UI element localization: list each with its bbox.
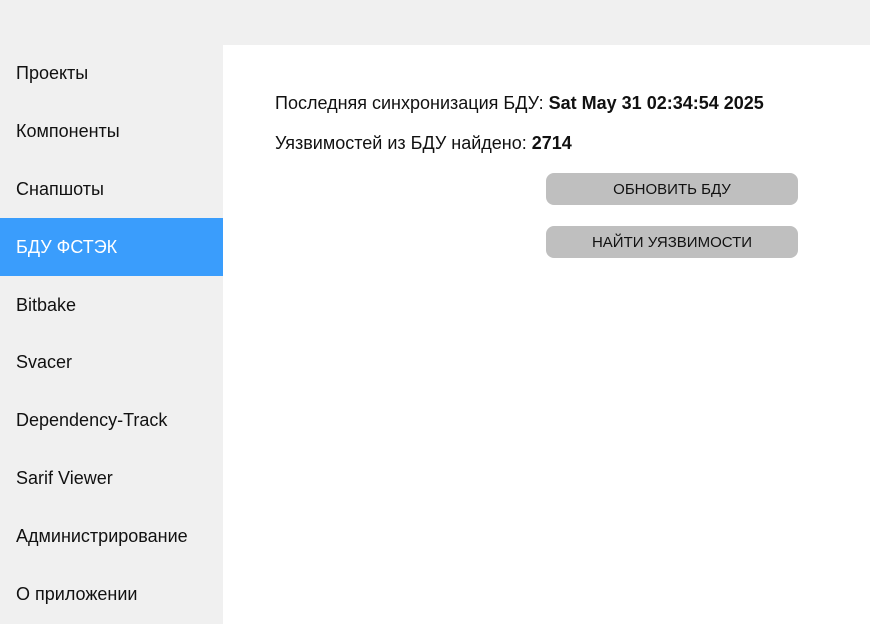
sidebar-item-projects[interactable]: Проекты xyxy=(0,45,223,103)
sidebar-item-label: О приложении xyxy=(16,583,138,604)
vulnerabilities-count: Уязвимостей из БДУ найдено: 2714 xyxy=(275,133,572,154)
sidebar-item-bitbake[interactable]: Bitbake xyxy=(0,276,223,334)
sidebar-item-administration[interactable]: Администрирование xyxy=(0,507,223,565)
sync-label: Последняя синхронизация БДУ: xyxy=(275,93,549,113)
sidebar-item-sarif-viewer[interactable]: Sarif Viewer xyxy=(0,450,223,508)
find-vulnerabilities-button[interactable]: НАЙТИ УЯЗВИМОСТИ xyxy=(546,226,798,258)
sidebar-item-dependency-track[interactable]: Dependency-Track xyxy=(0,392,223,450)
sidebar-item-svacer[interactable]: Svacer xyxy=(0,334,223,392)
sidebar-item-components[interactable]: Компоненты xyxy=(0,103,223,161)
sidebar-item-about[interactable]: О приложении xyxy=(0,565,223,623)
sync-status: Последняя синхронизация БДУ: Sat May 31 … xyxy=(275,93,764,114)
sidebar: Проекты Компоненты Снапшоты БДУ ФСТЭК Bi… xyxy=(0,45,223,624)
sync-timestamp: Sat May 31 02:34:54 2025 xyxy=(548,93,764,113)
sidebar-item-label: Администрирование xyxy=(16,525,188,546)
sidebar-item-label: Svacer xyxy=(16,352,73,373)
sidebar-item-label: Проекты xyxy=(16,63,89,84)
found-count: 2714 xyxy=(531,133,572,153)
top-bar xyxy=(0,0,870,45)
sidebar-item-label: Bitbake xyxy=(16,294,77,315)
sidebar-item-bdu-fstec[interactable]: БДУ ФСТЭК xyxy=(0,218,223,277)
update-bdu-button[interactable]: ОБНОВИТЬ БДУ xyxy=(546,173,798,205)
sidebar-item-label: Снапшоты xyxy=(16,178,104,199)
sidebar-item-snapshots[interactable]: Снапшоты xyxy=(0,161,223,219)
sidebar-item-label: Dependency-Track xyxy=(16,410,168,431)
sidebar-item-label: БДУ ФСТЭК xyxy=(16,236,118,257)
sidebar-item-label: Компоненты xyxy=(16,121,120,142)
main-content: Последняя синхронизация БДУ: Sat May 31 … xyxy=(223,45,870,624)
sidebar-item-label: Sarif Viewer xyxy=(16,467,113,488)
found-label: Уязвимостей из БДУ найдено: xyxy=(275,133,532,153)
